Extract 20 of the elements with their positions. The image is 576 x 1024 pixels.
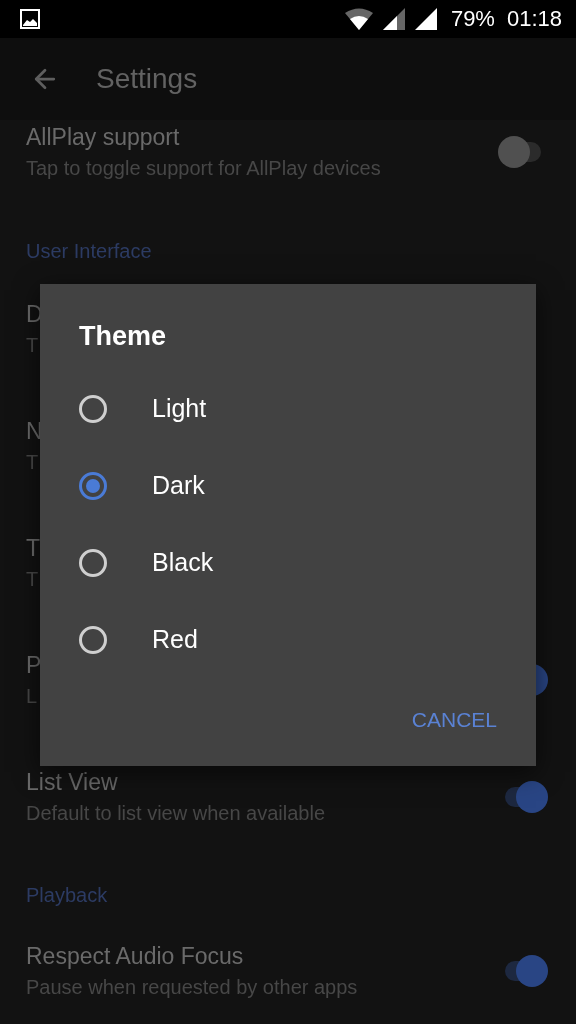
setting-title: List View	[26, 767, 118, 796]
option-label[interactable]: Black	[152, 548, 214, 577]
option-label[interactable]: Dark	[152, 471, 205, 500]
wifi-icon	[344, 8, 373, 30]
signal-icon	[414, 8, 437, 30]
setting-title: Respect Audio Focus	[26, 941, 244, 970]
clock: 01:18	[506, 6, 562, 32]
image-icon	[20, 9, 40, 29]
dialog-title: Theme	[79, 320, 167, 352]
setting-title: P	[26, 650, 42, 679]
setting-title: AllPlay support	[26, 123, 180, 151]
radio-button[interactable]	[79, 471, 107, 500]
section-header: Playback	[26, 884, 108, 906]
signal-icon	[382, 8, 405, 30]
option-label[interactable]: Light	[152, 394, 207, 423]
battery-level: 79%	[450, 6, 495, 32]
option-label[interactable]: Red	[152, 625, 198, 654]
setting-title: T	[26, 533, 41, 562]
section-header: User Interface	[26, 240, 152, 262]
screen-title: Settings	[96, 63, 198, 95]
